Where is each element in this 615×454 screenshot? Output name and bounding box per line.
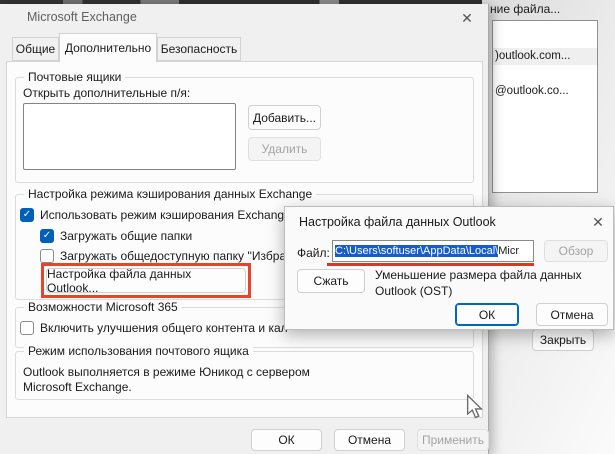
- mouse-cursor-icon: [466, 394, 483, 419]
- cancel-button[interactable]: Отмена: [536, 303, 608, 326]
- checkbox-checked-icon[interactable]: ✓: [40, 229, 54, 243]
- compact-button[interactable]: Сжать: [297, 269, 365, 293]
- checkbox-checked-icon[interactable]: ✓: [20, 208, 34, 222]
- download-public-folder-checkbox[interactable]: Загружать общедоступную папку ''Избран: [40, 249, 293, 263]
- red-annotation-rectangle: [41, 263, 251, 298]
- checkbox-label: Загружать общие папки: [60, 229, 193, 243]
- cancel-button[interactable]: Отмена: [334, 429, 405, 451]
- ok-button[interactable]: ОК: [455, 303, 519, 326]
- group-legend: Возможности Microsoft 365: [24, 300, 182, 314]
- file-label: Файл:: [297, 246, 330, 260]
- checkbox-unchecked-icon[interactable]: [20, 321, 34, 335]
- shared-content-improvements-checkbox[interactable]: Включить улучшения общего контента и кал: [20, 321, 288, 335]
- compact-description-line2: Outlook (OST): [375, 284, 453, 298]
- file-path-input[interactable]: C:\Users\softuser\AppData\Local\Micr: [332, 240, 534, 262]
- background-window-title-fragment: ние файла...: [490, 2, 561, 16]
- list-item[interactable]: @outlook.co...: [493, 83, 597, 100]
- tab-security[interactable]: Безопасность: [157, 37, 241, 61]
- group-legend: Настройка режима кэширования данных Exch…: [24, 187, 317, 201]
- mailboxes-listbox[interactable]: [23, 103, 236, 170]
- group-legend: Режим использования почтового ящика: [24, 344, 253, 358]
- tab-advanced[interactable]: Дополнительно: [59, 33, 157, 62]
- accounts-listbox[interactable]: )outlook.com... @outlook.co...: [492, 20, 598, 193]
- close-icon[interactable]: ✕: [585, 211, 611, 233]
- checkbox-label: Включить улучшения общего контента и кал: [40, 321, 288, 335]
- close-icon[interactable]: ✕: [452, 6, 482, 30]
- path-tail-text: Micr: [498, 245, 520, 257]
- add-button[interactable]: Добавить...: [248, 105, 321, 130]
- browse-button: Обзор: [544, 240, 608, 262]
- screen: ние файла... )outlook.com... @outlook.co…: [0, 0, 615, 454]
- checkbox-label: Загружать общедоступную папку ''Избран: [60, 249, 293, 263]
- selected-path-text: C:\Users\softuser\AppData\Local\: [335, 245, 499, 257]
- dialog-title: Настройка файла данных Outlook: [299, 215, 496, 229]
- dialog-title: Microsoft Exchange: [27, 10, 137, 24]
- mailbox-mode-line2: Microsoft Exchange.: [23, 380, 132, 394]
- mailbox-mode-text: Outlook выполняется в режиме Юникод с се…: [23, 365, 310, 395]
- compact-description-line1: Уменьшение размера файла данных: [375, 268, 582, 282]
- ost-dialog: Настройка файла данных Outlook ✕ Файл: C…: [284, 206, 614, 330]
- list-item[interactable]: )outlook.com...: [493, 48, 597, 65]
- checkbox-label: Использовать режим кэширования Exchange: [40, 208, 291, 222]
- use-cached-mode-checkbox[interactable]: ✓ Использовать режим кэширования Exchang…: [20, 208, 291, 222]
- delete-button: Удалить: [248, 137, 321, 161]
- mailbox-mode-line1: Outlook выполняется в режиме Юникод с се…: [23, 365, 310, 379]
- compact-description: Уменьшение размера файла данных Outlook …: [375, 267, 610, 299]
- tab-general[interactable]: Общие: [12, 37, 59, 61]
- ok-button[interactable]: ОК: [251, 429, 322, 451]
- checkbox-unchecked-icon[interactable]: [40, 249, 54, 263]
- open-mailboxes-label: Открыть дополнительные п/я:: [23, 86, 191, 100]
- download-shared-folders-checkbox[interactable]: ✓ Загружать общие папки: [40, 229, 192, 243]
- apply-button: Применить: [417, 429, 489, 451]
- red-annotation-underline: [327, 263, 534, 266]
- close-window-button[interactable]: Закрыть: [532, 329, 594, 351]
- group-legend: Почтовые ящики: [24, 70, 126, 84]
